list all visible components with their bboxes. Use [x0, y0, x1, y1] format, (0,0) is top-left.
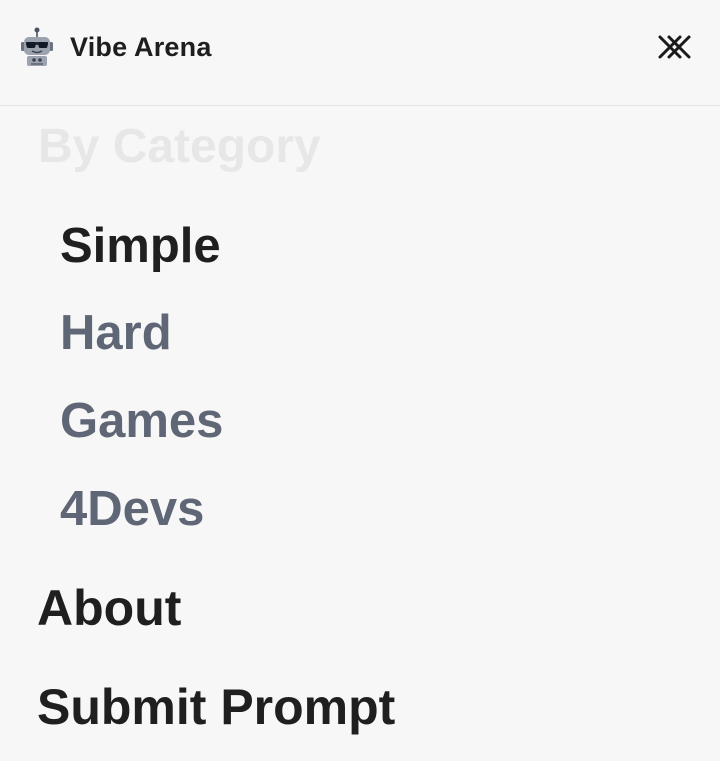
close-icon[interactable]	[654, 30, 694, 64]
category-link-4devs[interactable]: 4Devs	[60, 479, 204, 539]
category-section-heading: By Category	[38, 120, 321, 173]
robot-logo-icon[interactable]	[20, 27, 54, 67]
category-link-games[interactable]: Games	[60, 391, 223, 451]
nav-link-about[interactable]: About	[37, 577, 181, 639]
top-bar: Vibe Arena	[0, 0, 720, 106]
category-link-hard[interactable]: Hard	[60, 303, 172, 363]
app-title[interactable]: Vibe Arena	[70, 30, 212, 64]
nav-link-submit-prompt[interactable]: Submit Prompt	[37, 676, 395, 738]
category-link-simple[interactable]: Simple	[60, 216, 221, 276]
